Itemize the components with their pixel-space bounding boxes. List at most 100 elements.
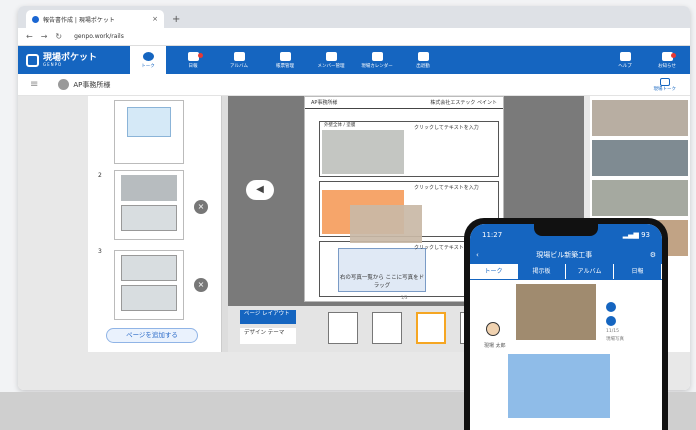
avatar[interactable] bbox=[486, 322, 500, 336]
nav-talk[interactable]: トーク bbox=[130, 46, 166, 74]
delete-page-icon[interactable]: × bbox=[194, 200, 208, 214]
form-icon bbox=[279, 51, 291, 61]
nav-daily-report[interactable]: 日報 bbox=[170, 51, 216, 69]
design-theme-button[interactable]: デザイン テーマ bbox=[240, 328, 296, 344]
nav-label: メンバー管理 bbox=[317, 63, 345, 69]
notification-dot bbox=[198, 52, 203, 58]
sub-header: ≡ AP事務所様 現場トーク bbox=[18, 74, 690, 96]
dragged-photo[interactable] bbox=[350, 205, 422, 243]
nav-label: トーク bbox=[141, 63, 155, 69]
forward-icon[interactable]: → bbox=[41, 32, 48, 41]
page-thumbnail[interactable] bbox=[114, 170, 184, 240]
report-company: 株式会社エステック ペイント bbox=[430, 100, 497, 106]
tab-daily[interactable]: 日報 bbox=[614, 264, 662, 279]
photo-drop-zone[interactable]: 右の写真一覧から ここに写真をドラッグ bbox=[338, 248, 426, 292]
report-header: AP事務所様 株式会社エステック ペイント bbox=[305, 97, 503, 109]
site-talk-button[interactable]: 現場トーク bbox=[653, 77, 677, 92]
page-indicator: 1/3 bbox=[401, 295, 408, 300]
nav-label: ヘルプ bbox=[618, 63, 632, 69]
photo-thumb bbox=[121, 205, 177, 231]
chat-icon bbox=[142, 51, 154, 61]
photo-thumb bbox=[121, 255, 177, 281]
nav-label: 現場カレンダー bbox=[361, 63, 393, 69]
tab-board[interactable]: 掲示板 bbox=[518, 264, 566, 279]
members-icon bbox=[325, 51, 337, 61]
report-row[interactable]: 外壁全体 / 塗膜 クリックしてテキストを入力 bbox=[319, 121, 499, 177]
chat-photo[interactable] bbox=[508, 354, 610, 418]
phone-tabs: トーク 掲示板 アルバム 日報 bbox=[470, 264, 662, 280]
nav-label: アルバム bbox=[230, 63, 248, 69]
edit-icon[interactable] bbox=[606, 302, 616, 312]
back-icon[interactable]: ← bbox=[26, 32, 33, 41]
office-name: AP事務所様 bbox=[58, 79, 110, 90]
report-client: AP事務所様 bbox=[311, 100, 338, 106]
settings-icon[interactable]: ⚙ bbox=[650, 251, 656, 259]
top-nav: 現場ポケット GENPO トーク 日報 アルバム 帳票管理 メンバー管理 現場カ… bbox=[18, 46, 690, 74]
layout-option[interactable] bbox=[372, 312, 402, 344]
nav-help[interactable]: ヘルプ bbox=[610, 51, 640, 69]
row-photo[interactable] bbox=[322, 130, 404, 174]
url-field[interactable]: genpo.work/rails bbox=[74, 33, 124, 40]
library-photo[interactable] bbox=[592, 100, 688, 136]
site-talk-label: 現場トーク bbox=[653, 86, 677, 92]
nav-attendance[interactable]: 出退勤 bbox=[400, 51, 446, 69]
row-caption[interactable]: クリックしてテキストを入力 bbox=[414, 184, 479, 191]
row-caption[interactable]: クリックしてテキストを入力 bbox=[414, 124, 479, 131]
calendar-icon bbox=[371, 51, 383, 61]
logo-title: 現場ポケット bbox=[43, 52, 98, 63]
smartphone: 11:27 ▂▄▆ 93 ‹ 現場ビル新築工事 ⚙ トーク 掲示板 アルバム 日… bbox=[464, 218, 668, 430]
user-name: 現場 太郎 bbox=[484, 343, 506, 349]
nav-label: 出退勤 bbox=[416, 63, 430, 69]
back-icon[interactable]: ‹ bbox=[476, 251, 479, 259]
layout-option[interactable] bbox=[328, 312, 358, 344]
page-thumbnail[interactable] bbox=[114, 100, 184, 164]
app-logo[interactable]: 現場ポケット GENPO bbox=[26, 52, 126, 67]
library-photo[interactable] bbox=[592, 180, 688, 216]
page-list: 2 × 3 × ページを追加する bbox=[88, 96, 222, 352]
phone-notch bbox=[534, 224, 598, 236]
notification-dot bbox=[671, 52, 676, 58]
page-number: 3 bbox=[98, 248, 102, 255]
nav-notifications[interactable]: お知らせ bbox=[652, 51, 682, 69]
count-icon[interactable] bbox=[606, 316, 616, 326]
phone-screen: 11:27 ▂▄▆ 93 ‹ 現場ビル新築工事 ⚙ トーク 掲示板 アルバム 日… bbox=[470, 224, 662, 430]
page-thumbnail[interactable] bbox=[114, 250, 184, 320]
reload-icon[interactable]: ↻ bbox=[55, 32, 62, 41]
tab-talk[interactable]: トーク bbox=[470, 264, 518, 279]
chat-icon bbox=[659, 77, 670, 86]
new-tab-icon[interactable]: + bbox=[172, 14, 180, 25]
row-label: 外壁全体 / 塗膜 bbox=[324, 123, 356, 128]
url-bar: ← → ↻ genpo.work/rails bbox=[18, 28, 690, 46]
add-page-button[interactable]: ページを追加する bbox=[106, 328, 198, 343]
library-photo[interactable] bbox=[592, 140, 688, 176]
nav-calendar[interactable]: 現場カレンダー bbox=[354, 51, 400, 69]
photo-icon bbox=[233, 51, 245, 61]
layout-bar: ページ レイアウト デザイン テーマ bbox=[228, 306, 488, 352]
delete-page-icon[interactable]: × bbox=[194, 278, 208, 292]
phone-time: 11:27 bbox=[482, 231, 503, 239]
signal-icon: ▂▄▆ 93 bbox=[622, 231, 650, 239]
browser-tabbar: 報告書作成 | 現場ポケット × + bbox=[18, 6, 690, 28]
nav-members[interactable]: メンバー管理 bbox=[308, 51, 354, 69]
nav-label: 帳票管理 bbox=[276, 63, 294, 69]
tab-album[interactable]: アルバム bbox=[566, 264, 614, 279]
phone-title: 現場ビル新築工事 bbox=[536, 251, 593, 259]
report-icon bbox=[187, 51, 199, 61]
menu-icon[interactable]: ≡ bbox=[30, 79, 38, 90]
site-icon bbox=[32, 15, 39, 23]
nav-label: お知らせ bbox=[658, 63, 676, 69]
chat-photo[interactable] bbox=[516, 284, 596, 340]
nav-forms[interactable]: 帳票管理 bbox=[262, 51, 308, 69]
close-tab-icon[interactable]: × bbox=[152, 15, 158, 23]
tab-title: 報告書作成 | 現場ポケット bbox=[43, 16, 115, 24]
nav-album[interactable]: アルバム bbox=[216, 51, 262, 69]
browser-tab[interactable]: 報告書作成 | 現場ポケット × bbox=[26, 10, 164, 28]
page-number: 2 bbox=[98, 172, 102, 179]
layout-option-selected[interactable] bbox=[416, 312, 446, 344]
page-layout-button[interactable]: ページ レイアウト bbox=[240, 310, 296, 324]
logo-icon bbox=[26, 53, 39, 67]
prev-page-button[interactable]: ◀ bbox=[246, 180, 274, 200]
office-icon bbox=[58, 79, 70, 90]
nav-label: 日報 bbox=[188, 63, 198, 69]
help-icon bbox=[619, 51, 631, 61]
